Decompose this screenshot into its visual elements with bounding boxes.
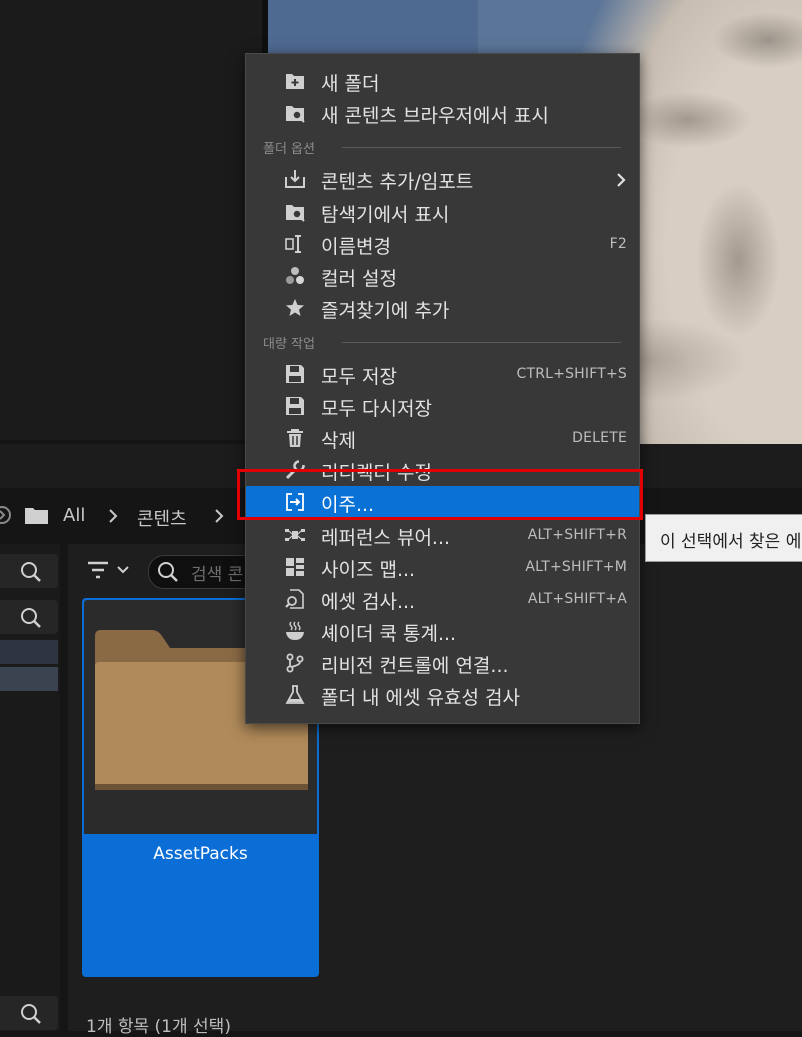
validate-flask-icon: [285, 685, 305, 704]
save-icon: [286, 397, 304, 415]
menu-item-label: 리비전 컨트롤에 연결...: [321, 655, 509, 677]
menu-item-label: 에셋 검사...: [321, 591, 416, 613]
sources-search[interactable]: [0, 554, 58, 588]
menu-item-add-import[interactable]: 콘텐츠 추가/임포트: [246, 163, 639, 195]
menu-item-label: 모두 저장: [321, 366, 397, 388]
reference-viewer-icon: [285, 529, 305, 541]
color-icon: [286, 267, 304, 284]
menu-item-validate-assets[interactable]: 폴더 내 에셋 유효성 검사: [246, 679, 639, 711]
chevron-right-icon[interactable]: [212, 508, 226, 524]
top-left-panel: [0, 0, 262, 440]
menu-item-new-folder[interactable]: 새 폴더: [246, 65, 639, 97]
history-icon[interactable]: [0, 505, 12, 525]
chevron-down-icon[interactable]: [116, 565, 130, 575]
folder-search-icon: [286, 106, 305, 123]
star-icon: [286, 299, 304, 316]
menu-item-label: 새 콘텐츠 브라우저에서 표시: [321, 105, 549, 127]
menu-item-label: 레퍼런스 뷰어...: [321, 527, 451, 549]
menu-item-save-all[interactable]: 모두 저장 CTRL+SHIFT+S: [246, 358, 639, 390]
menu-item-shortcut: ALT+SHIFT+R: [527, 527, 627, 543]
tree-item-selected[interactable]: [0, 667, 58, 691]
section-divider: [342, 147, 621, 148]
asset-search-input[interactable]: 검색 콘: [148, 555, 260, 589]
search-placeholder: 검색 콘: [191, 565, 244, 585]
menu-item-delete[interactable]: 삭제 DELETE: [246, 422, 639, 454]
menu-item-label: 사이즈 맵...: [321, 559, 416, 581]
menu-item-label: 즐겨찾기에 추가: [321, 300, 450, 322]
section-bulk-operations: 대량 작업: [263, 337, 315, 352]
menu-item-resave-all[interactable]: 모두 다시저장: [246, 390, 639, 422]
trash-icon: [287, 429, 303, 447]
viewport-sky: [268, 0, 478, 60]
filter-icon[interactable]: [86, 560, 110, 582]
save-icon: [286, 365, 304, 383]
highlight-box: [237, 469, 643, 520]
menu-item-shader-cook-stats[interactable]: 셰이더 쿡 통계...: [246, 615, 639, 647]
menu-item-shortcut: CTRL+SHIFT+S: [516, 366, 627, 382]
asset-tile-label: AssetPacks: [153, 844, 248, 864]
sources-panel: [0, 544, 60, 1031]
menu-item-set-color[interactable]: 컬러 설정: [246, 260, 639, 292]
menu-item-label: 셰이더 쿡 통계...: [321, 623, 457, 645]
status-text: 1개 항목 (1개 선택): [86, 1017, 231, 1037]
menu-item-label: 콘텐츠 추가/임포트: [321, 171, 474, 193]
menu-item-label: 삭제: [321, 430, 356, 452]
menu-item-show-in-new-browser[interactable]: 새 콘텐츠 브라우저에서 표시: [246, 97, 639, 129]
search-icon: [21, 1004, 41, 1024]
menu-item-size-map[interactable]: 사이즈 맵... ALT+SHIFT+M: [246, 551, 639, 583]
section-divider: [342, 342, 621, 343]
path-root[interactable]: All: [63, 505, 85, 526]
submenu-arrow-icon: [617, 173, 626, 187]
menu-item-reference-viewer[interactable]: 레퍼런스 뷰어... ALT+SHIFT+R: [246, 519, 639, 551]
audit-icon: [285, 589, 304, 609]
menu-item-label: 탐색기에서 표시: [321, 204, 450, 226]
menu-item-connect-source-control[interactable]: 리비전 컨트롤에 연결...: [246, 647, 639, 679]
tree-item[interactable]: [0, 640, 58, 664]
path-folder[interactable]: 콘텐츠: [137, 505, 187, 531]
menu-item-label: 새 폴더: [321, 73, 380, 95]
import-icon: [285, 170, 305, 188]
menu-item-show-in-explorer[interactable]: 탐색기에서 표시: [246, 196, 639, 228]
chevron-right-icon[interactable]: [106, 508, 120, 524]
search-icon: [21, 562, 41, 582]
folder-icon: [25, 508, 48, 524]
folder-search-icon: [286, 205, 305, 222]
menu-item-label: 폴더 내 에셋 유효성 검사: [321, 687, 520, 709]
shader-cook-icon: [286, 621, 304, 640]
menu-item-add-favorite[interactable]: 즐겨찾기에 추가: [246, 292, 639, 324]
new-folder-icon: [286, 74, 304, 89]
search-icon: [21, 608, 41, 628]
menu-item-rename[interactable]: 이름변경 F2: [246, 228, 639, 260]
menu-item-shortcut: ALT+SHIFT+M: [525, 559, 627, 575]
context-menu: 새 폴더 새 콘텐츠 브라우저에서 표시 폴더 옵션 콘텐츠 추가/임포트 탐색…: [245, 53, 640, 724]
folder-search[interactable]: [0, 600, 58, 634]
menu-item-audit-assets[interactable]: 에셋 검사... ALT+SHIFT+A: [246, 583, 639, 615]
menu-item-shortcut: F2: [609, 236, 627, 252]
search-icon: [158, 562, 178, 582]
source-control-icon: [286, 653, 304, 673]
menu-item-label: 컬러 설정: [321, 268, 397, 290]
collections-search[interactable]: [0, 996, 58, 1030]
size-map-icon: [286, 558, 304, 576]
tooltip: 이 선택에서 찾은 에: [645, 514, 802, 562]
section-folder-options: 폴더 옵션: [263, 142, 315, 157]
rename-icon: [285, 235, 301, 253]
menu-item-label: 모두 다시저장: [321, 398, 432, 420]
menu-item-shortcut: ALT+SHIFT+A: [527, 591, 627, 607]
menu-item-shortcut: DELETE: [572, 430, 627, 446]
menu-item-label: 이름변경: [321, 236, 391, 258]
